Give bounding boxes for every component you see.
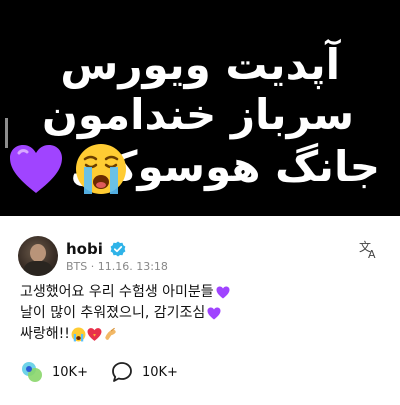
post-line-3-text: 싸랑해!!: [20, 326, 70, 342]
post-body: 고생했어요 우리 수험생 아미분들 날이 많이 추워졌으니, 감기조심 싸랑해!…: [20, 282, 230, 345]
purple-heart-icon: [216, 286, 230, 299]
comment-button[interactable]: 10K+: [110, 360, 178, 384]
post-card: hobi BTS · 11.16. 13:18 文 A 고생했어요 우리 수험생…: [0, 216, 400, 405]
post-line-1: 고생했어요 우리 수험생 아미분들: [20, 282, 230, 303]
post-line-2: 날이 많이 추워졌으니, 감기조심: [20, 303, 230, 324]
pinched-fingers-icon: [105, 327, 116, 340]
purple-heart-icon: [207, 307, 221, 320]
verified-icon: [110, 241, 126, 257]
like-button[interactable]: 10K+: [20, 360, 88, 384]
like-count: 10K+: [52, 364, 88, 380]
post-date: 11.16. 13:18: [97, 260, 168, 273]
post-actions: 10K+ 10K+: [20, 360, 178, 384]
post-line-1-text: 고생했어요 우리 수험생 아미분들: [20, 284, 214, 300]
meta-separator: ·: [90, 260, 95, 273]
svg-text:A: A: [368, 248, 376, 260]
group-name: BTS: [66, 260, 88, 273]
crying-face-icon: [76, 144, 126, 194]
avatar-body: [24, 261, 52, 276]
comment-count: 10K+: [141, 364, 178, 380]
purple-heart-icon: [10, 145, 62, 193]
banner-emoji-row: [8, 142, 128, 196]
post-line-3: 싸랑해!!: [20, 324, 230, 345]
like-icon: [22, 362, 42, 382]
translate-icon[interactable]: 文 A: [358, 238, 380, 260]
post-meta: BTS · 11.16. 13:18: [66, 260, 168, 273]
heart-on-fire-icon: [87, 328, 102, 341]
banner-line-2: سرباز خندامون: [41, 90, 354, 139]
post-line-2-text: 날이 많이 추워졌으니, 감기조심: [20, 305, 206, 321]
avatar[interactable]: [18, 236, 58, 276]
username[interactable]: hobi: [66, 240, 103, 258]
comment-icon: [112, 362, 132, 382]
crying-face-icon: [71, 327, 86, 342]
banner-line-1: آپدیت ویورس: [60, 40, 340, 89]
title-banner: آپدیت ویورس سرباز خندامون جانگ هوسوکی: [0, 0, 400, 216]
avatar-face: [30, 244, 46, 262]
